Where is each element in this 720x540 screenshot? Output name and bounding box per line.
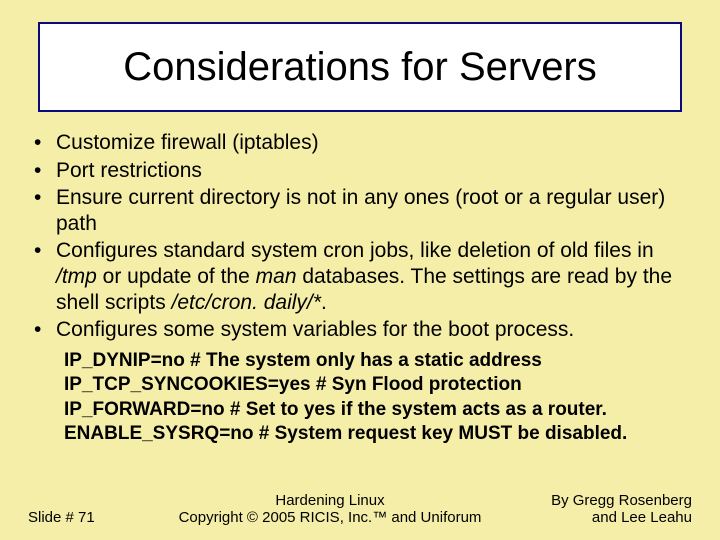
bullet-item: Port restrictions bbox=[28, 158, 692, 184]
bullet-text-part: Configures standard system cron jobs, li… bbox=[56, 239, 654, 262]
footer-left: Slide # 71 bbox=[28, 509, 148, 526]
sysvars-block: IP_DYNIP=no # The system only has a stat… bbox=[64, 349, 692, 446]
bullet-item: Configures some system variables for the… bbox=[28, 317, 692, 343]
bullet-text-part: . bbox=[321, 291, 327, 314]
footer-author: By Gregg Rosenberg bbox=[512, 492, 692, 509]
bullet-list: Customize firewall (iptables) Port restr… bbox=[28, 130, 692, 343]
sysvar-line: IP_TCP_SYNCOOKIES=yes # Syn Flood protec… bbox=[64, 373, 692, 397]
slide-body: Customize firewall (iptables) Port restr… bbox=[28, 130, 692, 446]
slide-title: Considerations for Servers bbox=[123, 45, 597, 90]
footer-center: Hardening Linux Copyright © 2005 RICIS, … bbox=[148, 492, 512, 526]
bullet-text-italic: man bbox=[256, 265, 297, 288]
bullet-text-part: or update of the bbox=[97, 265, 256, 288]
bullet-text-italic: /tmp bbox=[56, 265, 97, 288]
footer: Slide # 71 Hardening Linux Copyright © 2… bbox=[28, 486, 692, 526]
bullet-text: Ensure current directory is not in any o… bbox=[56, 186, 665, 235]
bullet-item: Customize firewall (iptables) bbox=[28, 130, 692, 156]
bullet-item: Ensure current directory is not in any o… bbox=[28, 185, 692, 236]
sysvar-line: IP_FORWARD=no # Set to yes if the system… bbox=[64, 398, 692, 422]
footer-author: and Lee Leahu bbox=[512, 509, 692, 526]
bullet-text: Configures some system variables for the… bbox=[56, 318, 574, 341]
bullet-text: Customize firewall (iptables) bbox=[56, 131, 319, 154]
footer-title: Hardening Linux bbox=[148, 492, 512, 509]
footer-right: By Gregg Rosenberg and Lee Leahu bbox=[512, 492, 692, 526]
title-box: Considerations for Servers bbox=[38, 22, 682, 112]
sysvar-line: IP_DYNIP=no # The system only has a stat… bbox=[64, 349, 692, 373]
bullet-text: Port restrictions bbox=[56, 159, 202, 182]
bullet-text-italic: /etc/cron. daily/* bbox=[172, 291, 321, 314]
slide-number: Slide # 71 bbox=[28, 509, 95, 526]
bullet-item: Configures standard system cron jobs, li… bbox=[28, 238, 692, 315]
sysvar-line: ENABLE_SYSRQ=no # System request key MUS… bbox=[64, 422, 692, 446]
footer-copyright: Copyright © 2005 RICIS, Inc.™ and Unifor… bbox=[148, 509, 512, 526]
